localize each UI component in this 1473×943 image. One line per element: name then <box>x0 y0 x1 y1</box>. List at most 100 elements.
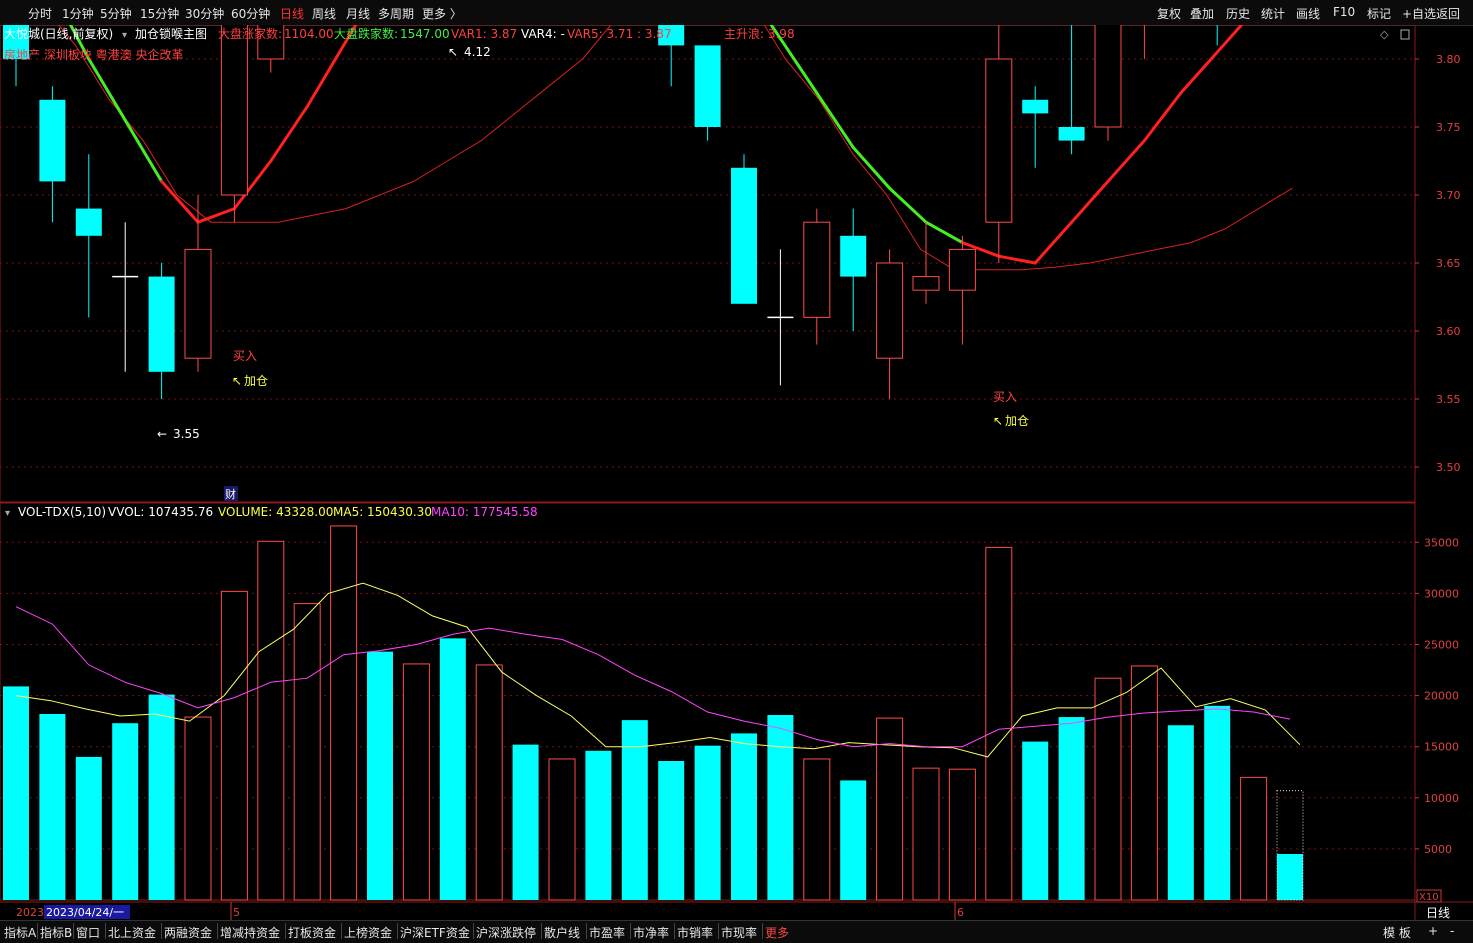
volume-bar <box>293 603 321 901</box>
date-cursor-label: 2023/04/24/一 <box>46 906 124 919</box>
tab-separator <box>674 923 675 939</box>
period-tab-6[interactable]: 日线 <box>280 5 304 22</box>
main-trend-line-segment <box>1215 25 1244 54</box>
candle-body <box>948 248 976 291</box>
toolbar-action-8[interactable]: 返回 <box>1436 5 1460 22</box>
volume-bar <box>767 715 794 900</box>
bottom-tab-4[interactable]: 两融资金 <box>164 924 212 941</box>
period-tab-10[interactable]: 更多 〉 <box>422 5 462 22</box>
volume-bar <box>803 758 831 901</box>
volume-dropdown-icon: ▾ <box>5 508 10 519</box>
bottom-tab-12[interactable]: 市净率 <box>633 924 669 941</box>
bottom-tab-6[interactable]: 打板资金 <box>288 924 336 941</box>
toolbar-action-7[interactable]: +自选 <box>1402 5 1436 22</box>
tab-separator <box>586 923 587 939</box>
bottom-tab-9[interactable]: 沪深涨跌停 <box>476 924 536 941</box>
toolbar-action-0[interactable]: 复权 <box>1157 5 1181 22</box>
date-prefix-label: 2023 <box>16 906 44 919</box>
bottom-tab-5[interactable]: 增减持资金 <box>220 924 280 941</box>
bottom-tab-8[interactable]: 沪深ETF资金 <box>400 924 470 941</box>
volume-bar <box>585 750 612 900</box>
volume-bar <box>1130 665 1158 901</box>
high-price-label: 4.12 <box>464 45 491 59</box>
volume-bar <box>1277 854 1303 900</box>
volume-header-text: VOLUME: 43328.00 <box>218 505 333 519</box>
bottom-tab-11[interactable]: 市盈率 <box>589 924 625 941</box>
bottom-tab-14[interactable]: 市现率 <box>721 924 757 941</box>
volume-bar <box>184 716 212 901</box>
period-tab-9[interactable]: 多周期 <box>378 5 414 22</box>
period-tab-5[interactable]: 60分钟 <box>231 5 270 22</box>
bottom-tab-10[interactable]: 散户线 <box>544 924 580 941</box>
candle-body <box>1022 99 1049 114</box>
bottom-right-control-0[interactable]: 模 板 <box>1383 924 1411 941</box>
volume-bar <box>512 744 539 900</box>
main-trend-line-segment <box>997 254 1037 265</box>
volume-tick-label: 30000 <box>1424 587 1459 600</box>
toolbar-action-3[interactable]: 统计 <box>1261 5 1285 22</box>
candle-body <box>1094 25 1122 128</box>
arrow-mark: ↖ <box>993 414 1003 428</box>
volume-header-text: VOL-TDX(5,10) <box>18 505 106 519</box>
toolbar-action-2[interactable]: 历史 <box>1226 5 1250 22</box>
bottom-right-control-1[interactable]: + <box>1428 924 1438 938</box>
volume-bar <box>658 761 685 900</box>
volume-bar <box>1094 677 1122 901</box>
bottom-tab-7[interactable]: 上榜资金 <box>344 924 392 941</box>
volume-bar <box>948 768 976 901</box>
volume-header-text: VVOL: 107435.76 <box>108 505 213 519</box>
price-header-text: 房地产 深圳板块 粤港澳 央企改革 <box>4 47 183 62</box>
volume-tick-label: 15000 <box>1424 741 1459 754</box>
period-tab-2[interactable]: 5分钟 <box>100 5 132 22</box>
period-tab-4[interactable]: 30分钟 <box>185 5 224 22</box>
period-tab-0[interactable]: 分时 <box>28 5 52 22</box>
volume-bar <box>367 651 393 900</box>
volume-bar <box>220 590 248 901</box>
candle-body <box>803 221 831 318</box>
price-tick-label: 3.65 <box>1436 257 1461 270</box>
bottom-tab-0[interactable]: 指标A <box>4 924 36 941</box>
bottom-tab-1[interactable]: 指标B <box>40 924 72 941</box>
period-tab-3[interactable]: 15分钟 <box>140 5 179 22</box>
tab-separator <box>762 923 763 939</box>
price-header-text: 1547.00 <box>400 27 450 41</box>
tab-separator <box>161 923 162 939</box>
bottom-right-control-2[interactable]: - <box>1450 924 1454 938</box>
volume-header-text: MA5: 150430.30 <box>333 505 432 519</box>
price-tick-label: 3.60 <box>1436 325 1461 338</box>
main-trend-line-segment <box>888 186 928 224</box>
period-tab-8[interactable]: 月线 <box>346 5 370 22</box>
bottom-tab-15[interactable]: 更多 <box>765 924 789 941</box>
price-tick-label: 3.70 <box>1436 189 1461 202</box>
main-trend-line-segment <box>1142 91 1183 143</box>
candle-body <box>985 58 1013 223</box>
period-tab-7[interactable]: 周线 <box>312 5 336 22</box>
toolbar-action-4[interactable]: 画线 <box>1296 5 1320 22</box>
volume-bar <box>1058 717 1085 900</box>
volume-bar <box>257 540 285 901</box>
top-toolbar: 分时 1分钟 5分钟 15分钟 30分钟 60分钟 日线 周线 月线 多周期 更多 〉 复权 叠加 历史统… <box>0 0 1473 26</box>
candle-body <box>731 167 757 304</box>
price-header-text: : 3.87 <box>637 27 672 41</box>
candle-body <box>148 276 175 372</box>
volume-bar <box>39 713 66 900</box>
volume-tick-label: 10000 <box>1424 792 1459 805</box>
bottom-tab-3[interactable]: 北上资金 <box>108 924 156 941</box>
period-tab-1[interactable]: 1分钟 <box>62 5 94 22</box>
toolbar-action-1[interactable]: 叠加 <box>1190 5 1214 22</box>
tab-separator <box>541 923 542 939</box>
bottom-tab-13[interactable]: 市销率 <box>677 924 713 941</box>
main-trend-line-segment <box>269 105 309 163</box>
main-trend-line-segment <box>924 220 964 245</box>
bottom-tab-2[interactable]: 窗口 <box>76 924 100 941</box>
toolbar-action-5[interactable]: F10 <box>1333 5 1355 19</box>
add-position-label: 加仓 <box>1005 414 1029 428</box>
volume-bar <box>330 525 358 901</box>
main-trend-line-segment <box>160 179 200 224</box>
toolbar-action-6[interactable]: 标记 <box>1367 5 1391 22</box>
low-price-label: 3.55 <box>173 427 200 441</box>
kline-chart[interactable]: 3.503.553.603.653.703.753.803.853.903.95… <box>0 25 1473 920</box>
volume-bar <box>912 767 940 901</box>
buy-signal-label: 买入 <box>233 349 257 363</box>
tab-separator <box>718 923 719 939</box>
